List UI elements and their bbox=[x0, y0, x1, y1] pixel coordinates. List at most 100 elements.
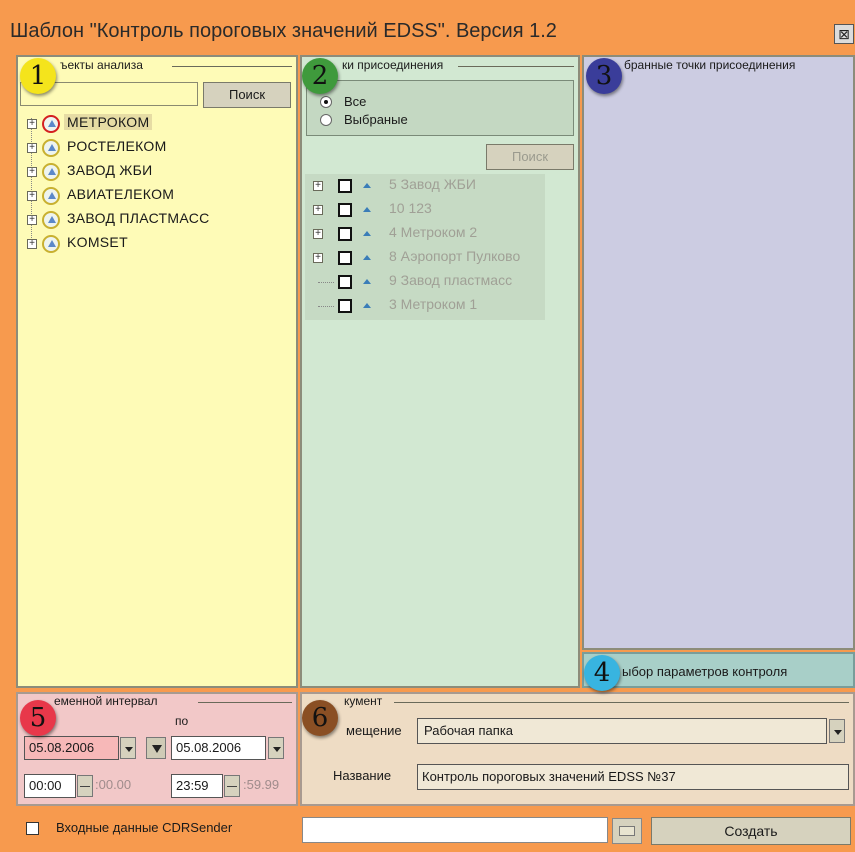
radio-selected-label: Выбраные bbox=[344, 112, 408, 127]
time-from-spinner[interactable] bbox=[77, 775, 93, 797]
expand-icon[interactable]: + bbox=[313, 253, 323, 263]
expand-icon[interactable]: + bbox=[27, 143, 37, 153]
name-input[interactable]: Контроль пороговых значений EDSS №37 bbox=[417, 764, 849, 790]
name-label: Название bbox=[333, 768, 392, 783]
time-from-field[interactable]: 00:00 bbox=[24, 774, 76, 798]
globe-icon bbox=[42, 187, 60, 205]
tree-item-label: 3 Метроком 1 bbox=[389, 296, 478, 312]
tree-item-label: ЗАВОД ЖБИ bbox=[67, 162, 153, 178]
points-search-button[interactable]: Поиск bbox=[486, 144, 574, 170]
badge-4: 4 bbox=[584, 655, 620, 691]
tree-item-point[interactable]: 9 Завод пластмасс bbox=[305, 270, 565, 294]
date-to-field[interactable]: 05.08.2006 bbox=[171, 736, 266, 760]
chevron-down-icon bbox=[273, 747, 281, 752]
sync-dates-button[interactable] bbox=[146, 737, 166, 759]
tree-item-komset[interactable]: + KOMSET bbox=[20, 232, 280, 256]
time-to-seconds: :59.99 bbox=[243, 777, 280, 792]
expand-icon[interactable]: + bbox=[27, 239, 37, 249]
tree-item-point[interactable]: + 4 Метроком 2 bbox=[305, 222, 565, 246]
analysis-objects-label: ъекты анализа bbox=[60, 58, 143, 72]
spinner-divider-icon bbox=[227, 786, 237, 787]
create-button[interactable]: Создать bbox=[651, 817, 851, 845]
to-label: по bbox=[175, 714, 189, 728]
objects-tree: + МЕТРОКОМ + РОСТЕЛЕКОМ + ЗАВОД ЖБИ + АВ… bbox=[20, 112, 280, 272]
expand-icon[interactable]: + bbox=[27, 167, 37, 177]
location-dropdown[interactable] bbox=[829, 719, 845, 743]
selected-points-panel bbox=[582, 55, 855, 650]
badge-6: 6 bbox=[302, 700, 338, 736]
cdrsender-path-input[interactable] bbox=[302, 817, 608, 843]
close-button[interactable]: ⊠ bbox=[834, 24, 854, 44]
tree-item-label: 8 Аэропорт Пулково bbox=[389, 248, 521, 264]
tree-item-zavod-plastmass[interactable]: + ЗАВОД ПЛАСТМАСС bbox=[20, 208, 280, 232]
tree-connector bbox=[318, 306, 334, 307]
expand-icon[interactable]: + bbox=[313, 181, 323, 191]
expand-icon[interactable]: + bbox=[27, 119, 37, 129]
location-select[interactable]: Рабочая папка bbox=[417, 718, 827, 744]
badge-1: 1 bbox=[20, 58, 56, 94]
checkbox[interactable] bbox=[338, 203, 352, 217]
folder-icon bbox=[619, 826, 635, 836]
tree-item-label: АВИАТЕЛЕКОМ bbox=[67, 186, 175, 202]
checkbox[interactable] bbox=[338, 179, 352, 193]
date-to-dropdown[interactable] bbox=[268, 737, 284, 759]
globe-icon bbox=[42, 235, 60, 253]
expand-icon[interactable]: + bbox=[313, 205, 323, 215]
selected-points-label: бранные точки присоединения bbox=[624, 58, 796, 72]
tree-item-label: 10 123 bbox=[389, 200, 432, 216]
group-border bbox=[172, 66, 292, 67]
caret-up-icon bbox=[363, 231, 371, 236]
tree-item-point[interactable]: + 8 Аэропорт Пулково bbox=[305, 246, 565, 270]
cdrsender-checkbox[interactable] bbox=[26, 822, 39, 835]
checkbox[interactable] bbox=[338, 251, 352, 265]
time-to-field[interactable]: 23:59 bbox=[171, 774, 223, 798]
cdrsender-label: Входные данные CDRSender bbox=[56, 820, 233, 835]
date-from-field[interactable]: 05.08.2006 bbox=[24, 736, 119, 760]
caret-up-icon bbox=[363, 303, 371, 308]
points-search-input[interactable] bbox=[305, 142, 481, 170]
arrow-down-icon bbox=[152, 745, 162, 753]
badge-2: 2 bbox=[302, 58, 338, 94]
time-interval-label: еменной интервал bbox=[54, 694, 158, 708]
tree-item-label: МЕТРОКОМ bbox=[64, 114, 153, 130]
points-tree: + 5 Завод ЖБИ + 10 123 + 4 Метроком 2 + … bbox=[305, 174, 575, 324]
tree-item-point[interactable]: + 5 Завод ЖБИ bbox=[305, 174, 565, 198]
close-icon: ⊠ bbox=[838, 26, 850, 42]
globe-icon bbox=[42, 115, 60, 133]
time-to-spinner[interactable] bbox=[224, 775, 240, 797]
checkbox[interactable] bbox=[338, 275, 352, 289]
expand-icon[interactable]: + bbox=[313, 229, 323, 239]
spinner-divider-icon bbox=[80, 786, 90, 787]
tree-item-aviatelekom[interactable]: + АВИАТЕЛЕКОМ bbox=[20, 184, 280, 208]
caret-up-icon bbox=[363, 183, 371, 188]
document-label: кумент bbox=[344, 694, 383, 708]
caret-up-icon bbox=[363, 255, 371, 260]
group-border bbox=[394, 702, 849, 703]
expand-icon[interactable]: + bbox=[27, 215, 37, 225]
tree-item-label: 4 Метроком 2 bbox=[389, 224, 478, 240]
objects-search-button[interactable]: Поиск bbox=[203, 82, 291, 108]
badge-5: 5 bbox=[20, 700, 56, 736]
globe-icon bbox=[42, 163, 60, 181]
tree-item-label: 9 Завод пластмасс bbox=[389, 272, 513, 288]
tree-item-zavod-zhbi[interactable]: + ЗАВОД ЖБИ bbox=[20, 160, 280, 184]
checkbox[interactable] bbox=[338, 299, 352, 313]
tree-item-point[interactable]: 3 Метроком 1 bbox=[305, 294, 565, 318]
radio-all[interactable] bbox=[320, 96, 332, 108]
checkbox[interactable] bbox=[338, 227, 352, 241]
tree-item-rostelekom[interactable]: + РОСТЕЛЕКОМ bbox=[20, 136, 280, 160]
tree-item-label: 5 Завод ЖБИ bbox=[389, 176, 476, 192]
globe-icon bbox=[42, 139, 60, 157]
radio-selected[interactable] bbox=[320, 114, 332, 126]
tree-item-label: ЗАВОД ПЛАСТМАСС bbox=[67, 210, 210, 226]
chevron-down-icon bbox=[125, 747, 133, 752]
expand-icon[interactable]: + bbox=[27, 191, 37, 201]
browse-button[interactable] bbox=[612, 818, 642, 844]
control-parameters-label: ыбор параметров контроля bbox=[622, 664, 788, 679]
date-from-dropdown[interactable] bbox=[120, 737, 136, 759]
tree-item-point[interactable]: + 10 123 bbox=[305, 198, 565, 222]
tree-item-metrokom[interactable]: + МЕТРОКОМ bbox=[20, 112, 280, 136]
connection-points-label: ки присоединения bbox=[342, 58, 444, 72]
group-border bbox=[198, 702, 292, 703]
location-label: мещение bbox=[346, 723, 402, 738]
